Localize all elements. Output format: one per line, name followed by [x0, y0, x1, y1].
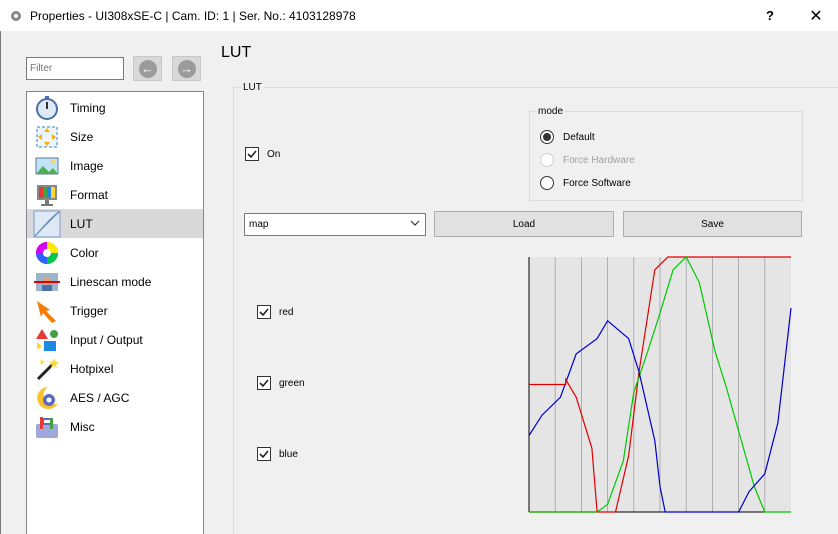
tree-item-label: Input / Output	[70, 332, 143, 347]
help-button[interactable]: ?	[748, 0, 792, 31]
tree-item-label: Format	[70, 187, 109, 202]
trigger-arrow-icon	[32, 297, 62, 324]
arrow-left-icon: ←	[138, 59, 157, 78]
tree-item-label: Hotpixel	[70, 361, 114, 376]
save-button[interactable]: Save	[623, 211, 802, 237]
tree-item-label: Timing	[70, 100, 106, 115]
tree-item-format[interactable]: Format	[27, 180, 203, 209]
window-title: Properties - UI308xSE-C | Cam. ID: 1 | S…	[30, 8, 356, 23]
forward-button[interactable]: →	[172, 56, 201, 81]
linescan-icon	[32, 268, 62, 295]
mode-force-software-label: Force Software	[563, 177, 631, 189]
mode-group-label: mode	[536, 106, 566, 117]
magic-wand-icon	[32, 355, 62, 382]
stopwatch-icon	[32, 94, 62, 121]
tree-item-label: LUT	[70, 216, 93, 231]
image-icon	[32, 152, 62, 179]
mode-group: mode Default Force Hardware Force Softwa…	[529, 106, 803, 201]
radio-force-hardware[interactable]	[540, 153, 554, 167]
arrow-right-icon: →	[177, 59, 196, 78]
on-checkbox[interactable]	[245, 147, 259, 161]
checkmark-icon	[247, 150, 257, 159]
tree-item-image[interactable]: Image	[27, 151, 203, 180]
gear-moon-icon	[32, 384, 62, 411]
tree-item-misc[interactable]: Misc	[27, 412, 203, 441]
lut-curve-chart[interactable]	[525, 255, 795, 515]
checkmark-icon	[259, 450, 269, 459]
red-label: red	[279, 306, 294, 318]
blue-checkbox[interactable]	[257, 447, 271, 461]
lut-curve-icon	[32, 210, 62, 237]
preset-value: map	[249, 219, 269, 230]
color-wheel-icon	[32, 239, 62, 266]
preset-select[interactable]: map	[244, 213, 426, 236]
group-label: LUT	[241, 82, 264, 93]
blue-checkbox-row[interactable]: blue	[257, 447, 298, 461]
checkmark-icon	[259, 379, 269, 388]
tree-item-size[interactable]: Size	[27, 122, 203, 151]
page-title: LUT	[221, 44, 252, 61]
green-checkbox-row[interactable]: green	[257, 376, 305, 390]
tree-item-lut[interactable]: LUT	[27, 209, 203, 238]
tree-item-timing[interactable]: Timing	[27, 93, 203, 122]
category-tree[interactable]: Timing Size Image Format LUT Color Lines…	[26, 91, 204, 534]
on-label: On	[267, 148, 281, 160]
mode-force-hardware-option[interactable]: Force Hardware	[540, 153, 635, 167]
back-button[interactable]: ←	[133, 56, 162, 81]
tree-item-label: Image	[70, 158, 104, 173]
tree-item-label: AES / AGC	[70, 390, 130, 405]
resize-icon	[32, 123, 62, 150]
filter-input[interactable]	[26, 57, 124, 80]
close-button[interactable]: ✕	[794, 0, 838, 31]
mode-default-option[interactable]: Default	[540, 130, 595, 144]
load-button[interactable]: Load	[434, 211, 614, 237]
tree-item-linescan[interactable]: Linescan mode	[27, 267, 203, 296]
tree-item-color[interactable]: Color	[27, 238, 203, 267]
radio-default[interactable]	[540, 130, 554, 144]
tree-item-io[interactable]: Input / Output	[27, 325, 203, 354]
title-bar: Properties - UI308xSE-C | Cam. ID: 1 | S…	[0, 0, 838, 31]
on-checkbox-row[interactable]: On	[245, 147, 280, 161]
blue-label: blue	[279, 448, 298, 460]
dialog-client: ← → Timing Size Image Format LUT Color	[0, 31, 838, 534]
tree-item-label: Linescan mode	[70, 274, 152, 289]
tree-item-label: Misc	[70, 419, 95, 434]
chevron-down-icon	[410, 220, 420, 226]
io-shapes-icon	[32, 326, 62, 353]
red-checkbox[interactable]	[257, 305, 271, 319]
green-checkbox[interactable]	[257, 376, 271, 390]
monitor-icon	[32, 181, 62, 208]
tree-item-aes-agc[interactable]: AES / AGC	[27, 383, 203, 412]
mode-force-software-option[interactable]: Force Software	[540, 176, 631, 190]
mode-force-hardware-label: Force Hardware	[563, 154, 635, 166]
tree-item-label: Trigger	[70, 303, 108, 318]
green-label: green	[279, 377, 305, 389]
radio-force-software[interactable]	[540, 176, 554, 190]
app-icon	[9, 9, 23, 23]
tree-item-hotpixel[interactable]: Hotpixel	[27, 354, 203, 383]
tree-item-label: Size	[70, 129, 94, 144]
checkmark-icon	[259, 308, 269, 317]
mode-default-label: Default	[563, 131, 595, 143]
tree-item-label: Color	[70, 245, 99, 260]
tree-item-trigger[interactable]: Trigger	[27, 296, 203, 325]
toolbox-icon	[32, 413, 62, 440]
red-checkbox-row[interactable]: red	[257, 305, 293, 319]
